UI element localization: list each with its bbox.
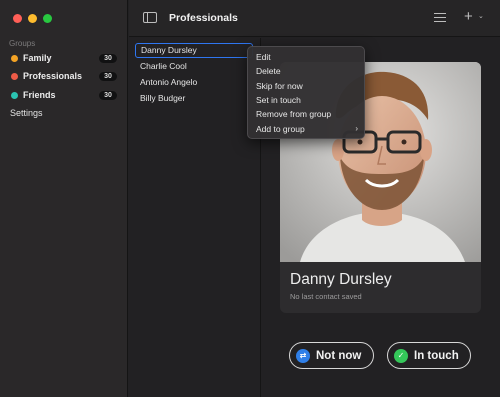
close-window-button[interactable] xyxy=(13,14,22,23)
sidebar-item-label: Professionals xyxy=(23,71,83,81)
contact-name: Danny Dursley xyxy=(290,271,392,288)
list-item[interactable]: Billy Budger xyxy=(135,91,253,106)
in-touch-label: In touch xyxy=(414,349,459,362)
sidebar-item-label: Family xyxy=(23,53,52,63)
list-item[interactable]: Antonio Angelo xyxy=(135,75,253,90)
toolbar: Professionals + ⌄ xyxy=(129,0,500,37)
context-menu: Edit Delete Skip for now Set in touch Re… xyxy=(247,46,365,139)
in-touch-button[interactable]: ✓ In touch xyxy=(387,342,471,369)
page-title: Professionals xyxy=(169,12,238,24)
professionals-color-dot xyxy=(11,72,18,80)
list-icon[interactable] xyxy=(434,13,446,23)
menu-item-add-to-group[interactable]: Add to group › xyxy=(256,122,360,136)
not-now-label: Not now xyxy=(316,349,362,362)
count-badge: 30 xyxy=(99,71,117,81)
groups-section-title: Groups xyxy=(9,39,36,48)
menu-item-set-in-touch[interactable]: Set in touch xyxy=(256,93,360,107)
checkmark-icon: ✓ xyxy=(394,348,408,363)
family-color-dot xyxy=(11,54,18,62)
last-contact-status: No last contact saved xyxy=(290,292,362,301)
sidebar: Groups Family 30 Professionals 30 Friend… xyxy=(0,0,128,397)
skip-icon: ⇄ xyxy=(296,348,310,363)
not-now-button[interactable]: ⇄ Not now xyxy=(289,342,374,369)
contact-list: Danny Dursley Charlie Cool Antonio Angel… xyxy=(129,38,261,397)
chevron-right-icon: › xyxy=(355,124,358,133)
minimize-window-button[interactable] xyxy=(28,14,37,23)
menu-item-skip-for-now[interactable]: Skip for now xyxy=(256,79,360,93)
zoom-window-button[interactable] xyxy=(43,14,52,23)
count-badge: 30 xyxy=(99,90,117,100)
list-item[interactable]: Charlie Cool xyxy=(135,59,253,74)
window-controls xyxy=(13,14,52,23)
menu-item-remove-from-group[interactable]: Remove from group xyxy=(256,107,360,121)
sidebar-toggle-icon[interactable] xyxy=(143,12,157,23)
sidebar-item-label: Friends xyxy=(23,90,56,100)
friends-color-dot xyxy=(11,91,18,99)
sidebar-item-settings[interactable]: Settings xyxy=(10,108,43,118)
menu-item-edit[interactable]: Edit xyxy=(256,50,360,64)
chevron-down-icon[interactable]: ⌄ xyxy=(478,12,484,20)
list-item[interactable]: Danny Dursley xyxy=(135,43,253,58)
sidebar-item-family[interactable]: Family 30 xyxy=(0,49,127,67)
menu-item-delete[interactable]: Delete xyxy=(256,64,360,78)
menu-item-label: Add to group xyxy=(256,124,305,134)
sidebar-item-friends[interactable]: Friends 30 xyxy=(0,86,127,104)
app-window: Groups Family 30 Professionals 30 Friend… xyxy=(0,0,500,397)
count-badge: 30 xyxy=(99,53,117,63)
sidebar-item-professionals[interactable]: Professionals 30 xyxy=(0,67,127,85)
add-icon[interactable]: + xyxy=(464,9,473,24)
